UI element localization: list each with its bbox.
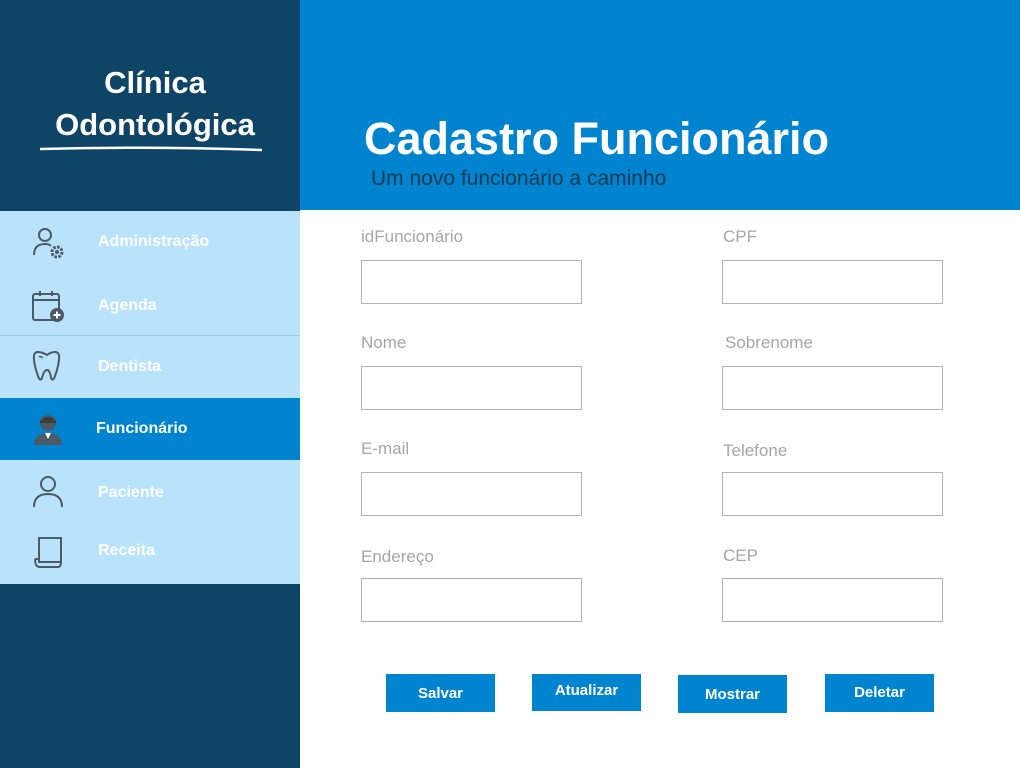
page-title: Cadastro Funcionário [364, 113, 830, 164]
sidebar-item-label: Receita [98, 542, 155, 559]
user-icon [33, 476, 63, 508]
sidebar-item-receita[interactable]: Receita [0, 522, 300, 584]
field-label-cep: CEP [723, 546, 758, 565]
field-label-cpf: CPF [723, 227, 757, 246]
field-label-telefone: Telefone [723, 441, 788, 460]
prescription-icon [34, 537, 62, 568]
telefone-input[interactable] [722, 472, 943, 516]
calendar-add-icon [32, 291, 64, 322]
sidebar-nav: Administração Agenda Dentista Funcionári… [0, 211, 300, 584]
user-gear-icon [33, 228, 64, 259]
sidebar-item-dentista[interactable]: Dentista [0, 336, 300, 398]
field-label-sobrenome: Sobrenome [725, 333, 813, 352]
employee-icon [34, 415, 62, 445]
update-button[interactable]: Atualizar [532, 674, 641, 711]
brand-title: Clínica Odontológica [0, 62, 310, 146]
field-label-id: idFuncionário [361, 227, 464, 246]
sidebar-item-label: Administração [98, 233, 210, 250]
cpf-input[interactable] [722, 260, 943, 304]
sidebar-item-label: Funcionário [96, 420, 188, 437]
id-funcionario-input[interactable] [361, 260, 582, 304]
delete-button[interactable]: Deletar [825, 674, 934, 712]
sidebar-item-label: Dentista [98, 358, 162, 375]
sobrenome-input[interactable] [722, 366, 943, 410]
nome-input[interactable] [361, 366, 582, 410]
save-button[interactable]: Salvar [386, 674, 495, 712]
cep-input[interactable] [722, 578, 943, 622]
field-label-endereco: Endereço [361, 547, 434, 566]
show-button[interactable]: Mostrar [678, 675, 787, 713]
brand-underline [40, 146, 262, 152]
sidebar: Clínica Odontológica Administração Agend… [0, 0, 300, 768]
brand-line-2: Odontológica [55, 107, 255, 142]
field-label-nome: Nome [361, 333, 407, 352]
brand-line-1: Clínica [104, 65, 206, 100]
sidebar-item-label: Paciente [98, 484, 164, 501]
brand: Clínica Odontológica [0, 0, 300, 211]
sidebar-item-paciente[interactable]: Paciente [0, 460, 300, 522]
field-label-email: E-mail [361, 439, 410, 458]
tooth-icon [32, 350, 61, 381]
page-subtitle: Um novo funcionário a caminho [371, 167, 667, 190]
page-header: Cadastro Funcionário Um novo funcionário… [300, 0, 1020, 210]
email-input[interactable] [361, 472, 582, 516]
sidebar-item-administracao[interactable]: Administração [0, 211, 300, 273]
endereco-input[interactable] [361, 578, 582, 622]
sidebar-item-agenda[interactable]: Agenda [0, 273, 300, 335]
sidebar-item-label: Agenda [98, 297, 157, 314]
sidebar-item-funcionario[interactable]: Funcionário [0, 398, 300, 460]
